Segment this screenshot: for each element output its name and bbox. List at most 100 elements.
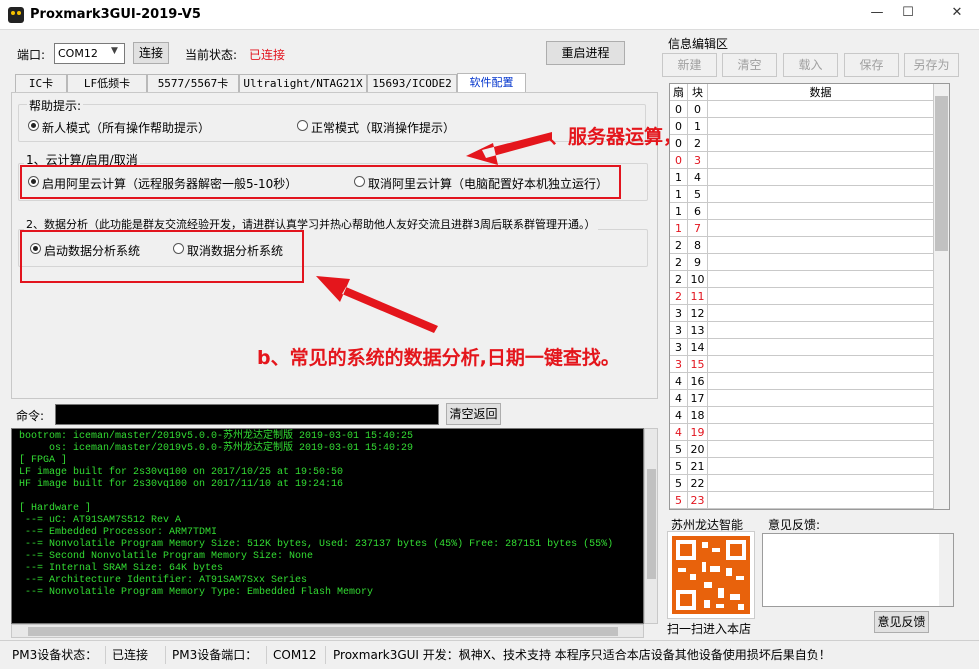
grid-scrollbar[interactable] xyxy=(934,84,949,509)
data-cell[interactable] xyxy=(708,458,934,475)
command-input[interactable] xyxy=(55,404,439,425)
feedback-button[interactable]: 意见反馈 xyxy=(874,611,929,633)
block-cell[interactable]: 3 xyxy=(688,152,708,169)
sector-cell[interactable]: 2 xyxy=(670,288,688,305)
data-cell[interactable] xyxy=(708,492,934,509)
data-cell[interactable] xyxy=(708,203,934,220)
sector-cell[interactable]: 4 xyxy=(670,390,688,407)
data-cell[interactable] xyxy=(708,118,934,135)
save-button[interactable]: 保存 xyxy=(844,53,899,77)
device-state-value: 已连接 xyxy=(108,646,166,664)
data-cell[interactable] xyxy=(708,152,934,169)
sector-cell[interactable]: 1 xyxy=(670,186,688,203)
sector-cell[interactable]: 0 xyxy=(670,135,688,152)
save-as-button[interactable]: 另存为 xyxy=(904,53,959,77)
block-cell[interactable]: 22 xyxy=(688,475,708,492)
data-cell[interactable] xyxy=(708,101,934,118)
data-cell[interactable] xyxy=(708,271,934,288)
data-cell[interactable] xyxy=(708,390,934,407)
console-vertical-scrollbar[interactable] xyxy=(644,428,658,624)
block-cell[interactable]: 5 xyxy=(688,186,708,203)
load-button[interactable]: 载入 xyxy=(783,53,838,77)
sector-cell[interactable]: 5 xyxy=(670,458,688,475)
block-cell[interactable]: 8 xyxy=(688,237,708,254)
new-button[interactable]: 新建 xyxy=(662,53,717,77)
data-cell[interactable] xyxy=(708,475,934,492)
data-column-header: 数据 xyxy=(708,84,934,101)
data-cell[interactable] xyxy=(708,322,934,339)
sector-cell[interactable]: 2 xyxy=(670,237,688,254)
block-cell[interactable]: 12 xyxy=(688,305,708,322)
grid-scroll-thumb[interactable] xyxy=(935,96,948,251)
block-cell[interactable]: 11 xyxy=(688,288,708,305)
sector-cell[interactable]: 2 xyxy=(670,254,688,271)
sector-cell[interactable]: 1 xyxy=(670,203,688,220)
feedback-textarea[interactable] xyxy=(762,533,954,607)
device-port-value: COM12 xyxy=(269,646,326,664)
console-line: os: iceman/master/2019v5.0.0-苏州龙达定制版 201… xyxy=(19,443,414,454)
annotation-b: b、常见的系统的数据分析,日期一键查找。 xyxy=(257,347,620,369)
data-cell[interactable] xyxy=(708,135,934,152)
device-state-label: PM3设备状态： xyxy=(8,646,106,664)
data-cell[interactable] xyxy=(708,407,934,424)
sector-cell[interactable]: 2 xyxy=(670,271,688,288)
sector-cell[interactable]: 4 xyxy=(670,407,688,424)
block-cell[interactable]: 4 xyxy=(688,169,708,186)
block-cell[interactable]: 18 xyxy=(688,407,708,424)
data-cell[interactable] xyxy=(708,237,934,254)
block-cell[interactable]: 6 xyxy=(688,203,708,220)
block-cell[interactable]: 14 xyxy=(688,339,708,356)
data-cell[interactable] xyxy=(708,356,934,373)
sector-cell[interactable]: 4 xyxy=(670,373,688,390)
block-cell[interactable]: 1 xyxy=(688,118,708,135)
data-cell[interactable] xyxy=(708,305,934,322)
data-cell[interactable] xyxy=(708,254,934,271)
block-cell[interactable]: 7 xyxy=(688,220,708,237)
qr-code-icon xyxy=(672,536,750,614)
data-cell[interactable] xyxy=(708,441,934,458)
block-cell[interactable]: 9 xyxy=(688,254,708,271)
sector-cell[interactable]: 5 xyxy=(670,492,688,509)
sector-column-header: 扇 xyxy=(670,84,688,101)
data-cell[interactable] xyxy=(708,339,934,356)
sector-cell[interactable]: 0 xyxy=(670,118,688,135)
sector-cell[interactable]: 3 xyxy=(670,356,688,373)
sector-cell[interactable]: 1 xyxy=(670,169,688,186)
data-cell[interactable] xyxy=(708,186,934,203)
sector-cell[interactable]: 3 xyxy=(670,339,688,356)
block-cell[interactable]: 19 xyxy=(688,424,708,441)
arrow-to-cloud xyxy=(466,132,552,165)
sector-cell[interactable]: 4 xyxy=(670,424,688,441)
sector-cell[interactable]: 3 xyxy=(670,305,688,322)
block-cell[interactable]: 17 xyxy=(688,390,708,407)
console-line: --= Architecture Identifier: AT91SAM7Sxx… xyxy=(19,575,308,586)
block-cell[interactable]: 16 xyxy=(688,373,708,390)
console-horizontal-scrollbar[interactable] xyxy=(11,624,644,638)
block-cell[interactable]: 15 xyxy=(688,356,708,373)
sector-cell[interactable]: 0 xyxy=(670,152,688,169)
console-hscroll-thumb[interactable] xyxy=(28,627,618,636)
block-cell[interactable]: 13 xyxy=(688,322,708,339)
feedback-scrollbar[interactable] xyxy=(939,534,953,606)
sector-cell[interactable]: 3 xyxy=(670,322,688,339)
console-line: bootrom: iceman/master/2019v5.0.0-苏州龙达定制… xyxy=(19,431,414,442)
data-cell[interactable] xyxy=(708,373,934,390)
data-grid[interactable]: 扇块数据 0 0 0 1 0 2 0 3 1 4 1 5 1 6 1 7 2 8 2 9 2 10 2 11 3 12 3 13 3 14 3… xyxy=(669,83,950,510)
sector-cell[interactable]: 1 xyxy=(670,220,688,237)
sector-cell[interactable]: 0 xyxy=(670,101,688,118)
data-cell[interactable] xyxy=(708,220,934,237)
block-cell[interactable]: 2 xyxy=(688,135,708,152)
block-cell[interactable]: 10 xyxy=(688,271,708,288)
block-cell[interactable]: 20 xyxy=(688,441,708,458)
sector-cell[interactable]: 5 xyxy=(670,441,688,458)
clear-button[interactable]: 清空 xyxy=(722,53,777,77)
block-cell[interactable]: 0 xyxy=(688,101,708,118)
data-cell[interactable] xyxy=(708,169,934,186)
block-cell[interactable]: 23 xyxy=(688,492,708,509)
sector-cell[interactable]: 5 xyxy=(670,475,688,492)
data-cell[interactable] xyxy=(708,288,934,305)
block-cell[interactable]: 21 xyxy=(688,458,708,475)
console-scroll-thumb[interactable] xyxy=(647,469,656,579)
clear-return-button[interactable]: 清空返回 xyxy=(446,403,501,425)
data-cell[interactable] xyxy=(708,424,934,441)
